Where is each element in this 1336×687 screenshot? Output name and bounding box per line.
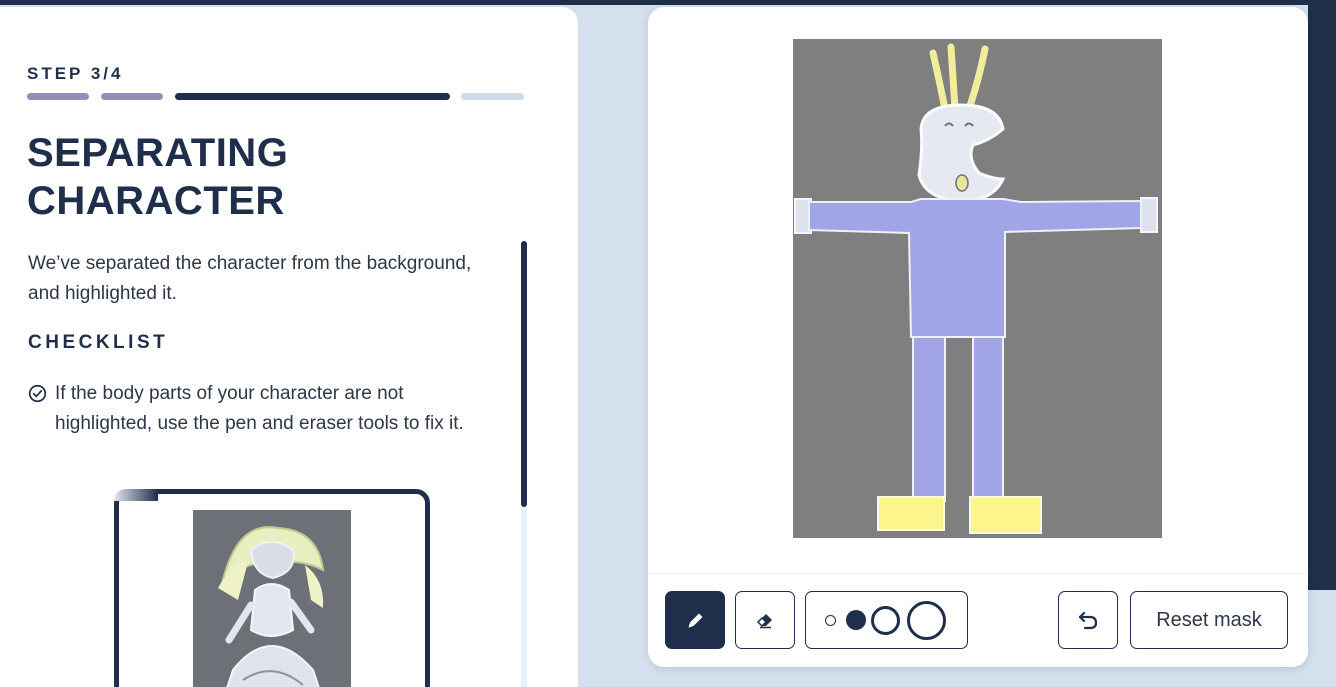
checklist-item: If the body parts of your character are … <box>28 379 498 439</box>
example-drawing-illustration <box>193 510 351 687</box>
top-bar <box>0 0 1336 5</box>
check-circle-icon <box>28 384 47 403</box>
checklist-item-text: If the body parts of your character are … <box>55 383 464 434</box>
intro-text: We’ve separated the character from the b… <box>28 253 472 304</box>
step-indicator: STEP 3/4 <box>27 64 124 83</box>
mask-editor-card: Reset mask <box>648 7 1308 667</box>
scrollbar-thumb[interactable] <box>521 241 527 507</box>
eraser-icon <box>756 614 772 629</box>
instructions-panel: STEP 3/4 SEPARATING CHARACTER We’ve sepa… <box>0 7 578 687</box>
undo-button[interactable] <box>1058 591 1118 649</box>
right-edge-bar <box>1308 0 1336 590</box>
character-mask-illustration <box>793 39 1162 538</box>
page-title-line-2: CHARACTER <box>27 179 285 223</box>
example-card-border-accent <box>114 489 158 501</box>
progress-segment-2 <box>101 93 163 100</box>
progress-segment-1 <box>27 93 89 100</box>
checklist-heading: CHECKLIST <box>28 332 169 353</box>
brush-size-selector[interactable] <box>805 591 968 649</box>
pen-tool-button[interactable] <box>665 591 725 649</box>
progress-segment-4 <box>461 93 524 100</box>
brush-size-medium[interactable] <box>846 610 866 630</box>
progress-segment-3 <box>175 93 450 100</box>
undo-icon <box>1078 611 1098 630</box>
brush-size-small[interactable] <box>825 615 836 626</box>
page-title: SEPARATING CHARACTER <box>27 129 288 225</box>
reset-mask-button[interactable]: Reset mask <box>1130 591 1288 649</box>
mask-canvas[interactable] <box>793 39 1162 538</box>
pencil-icon <box>688 613 703 628</box>
step-progress <box>27 93 524 100</box>
brush-size-extra-large[interactable] <box>907 601 946 640</box>
example-card <box>114 489 430 687</box>
eraser-tool-button[interactable] <box>735 591 795 649</box>
brush-size-large[interactable] <box>871 606 900 635</box>
drawing-toolbar: Reset mask <box>648 573 1308 667</box>
page-title-line-1: SEPARATING <box>27 131 289 175</box>
example-drawing-image <box>193 510 351 687</box>
